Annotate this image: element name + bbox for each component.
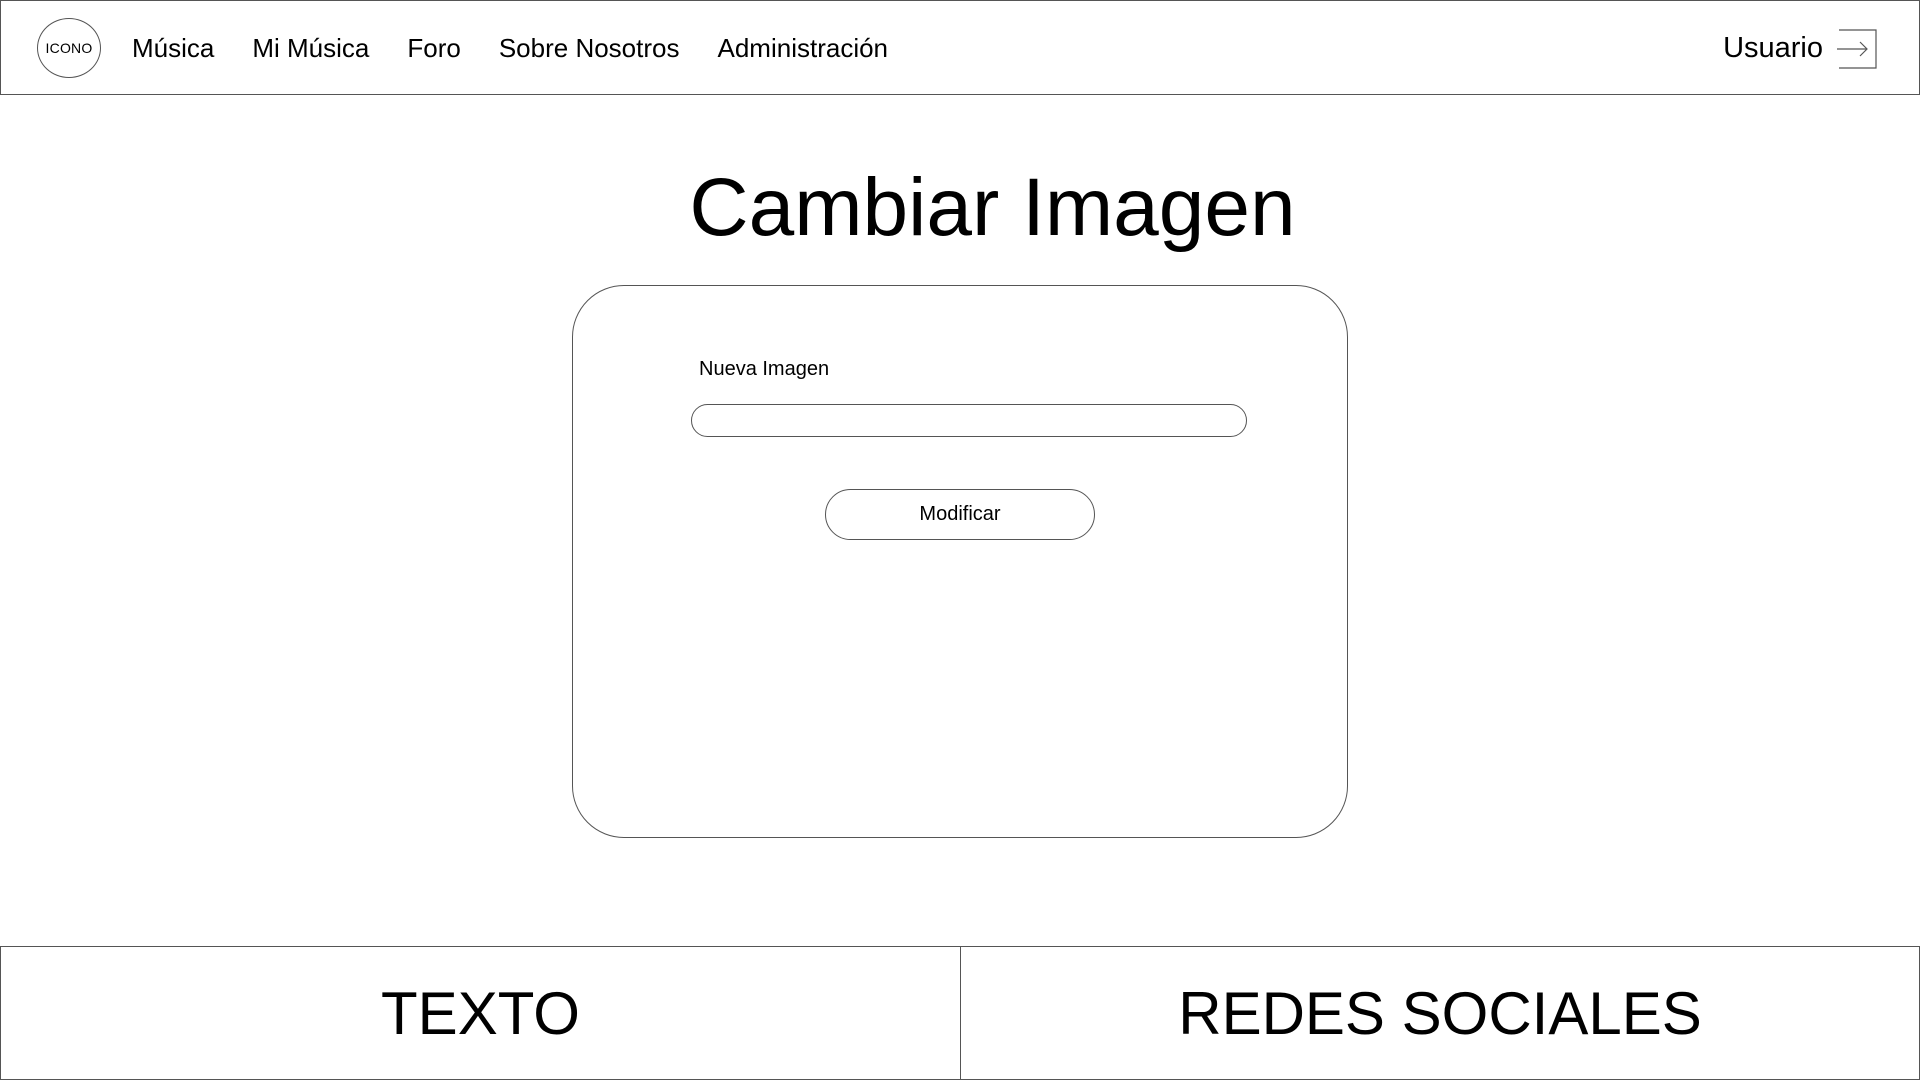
footer-text: TEXTO [0, 946, 961, 1080]
modify-button[interactable]: Modificar [825, 489, 1095, 540]
nav-item-mi-musica[interactable]: Mi Música [252, 33, 369, 64]
change-image-form: Nueva Imagen Modificar [572, 285, 1348, 838]
footer: TEXTO REDES SOCIALES [0, 946, 1920, 1080]
nav-item-sobre-nosotros[interactable]: Sobre Nosotros [499, 33, 680, 64]
new-image-label: Nueva Imagen [699, 358, 830, 380]
main-nav: Música Mi Música Foro Sobre Nosotros Adm… [132, 1, 926, 96]
page: ICONO Música Mi Música Foro Sobre Nosotr… [0, 0, 1920, 1080]
user-menu-label[interactable]: Usuario [1723, 32, 1823, 65]
user-area: Usuario [1723, 1, 1877, 96]
logo-text: ICONO [45, 40, 93, 56]
nav-item-foro[interactable]: Foro [407, 33, 460, 64]
nav-item-musica[interactable]: Música [132, 33, 214, 64]
new-image-input[interactable] [691, 404, 1247, 437]
logout-arrow-icon[interactable] [1835, 28, 1877, 69]
top-navbar: ICONO Música Mi Música Foro Sobre Nosotr… [0, 0, 1920, 95]
page-title: Cambiar Imagen [689, 162, 1296, 253]
logo[interactable]: ICONO [37, 18, 101, 78]
footer-social-links[interactable]: REDES SOCIALES [961, 946, 1920, 1080]
nav-item-administracion[interactable]: Administración [718, 33, 889, 64]
